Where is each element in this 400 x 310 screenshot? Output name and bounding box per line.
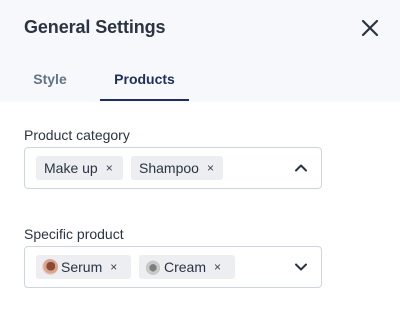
- product-category-select[interactable]: Make up × Shampoo ×: [24, 147, 322, 189]
- chevron-up-icon[interactable]: [294, 161, 308, 175]
- serum-thumbnail: [42, 259, 58, 275]
- chip-label: Make up: [44, 160, 98, 176]
- panel-header: General Settings Style Products: [0, 0, 400, 102]
- general-settings-panel: General Settings Style Products Product …: [0, 0, 400, 310]
- panel-title: General Settings: [24, 17, 166, 37]
- close-icon: [361, 19, 379, 37]
- remove-make-up-button[interactable]: ×: [106, 162, 113, 174]
- chip-make-up: Make up ×: [36, 156, 123, 180]
- chip-label: Shampoo: [139, 160, 199, 176]
- cream-thumbnail: [145, 259, 161, 275]
- chip-label: Cream: [164, 259, 207, 275]
- remove-cream-button[interactable]: ×: [214, 261, 221, 273]
- tab-products[interactable]: Products: [100, 71, 189, 102]
- specific-product-select[interactable]: Serum × Cream ×: [24, 246, 322, 288]
- remove-serum-button[interactable]: ×: [110, 261, 117, 273]
- remove-shampoo-button[interactable]: ×: [207, 162, 214, 174]
- close-button[interactable]: [358, 16, 382, 40]
- chip-serum: Serum ×: [36, 255, 131, 279]
- chevron-down-icon[interactable]: [294, 260, 308, 274]
- product-category-label: Product category: [24, 127, 130, 143]
- chip-shampoo: Shampoo ×: [131, 156, 223, 180]
- tab-style[interactable]: Style: [30, 71, 70, 102]
- specific-product-label: Specific product: [24, 226, 124, 242]
- chip-label: Serum: [61, 259, 103, 275]
- active-tab-indicator: [100, 99, 189, 101]
- chip-cream: Cream ×: [139, 255, 235, 279]
